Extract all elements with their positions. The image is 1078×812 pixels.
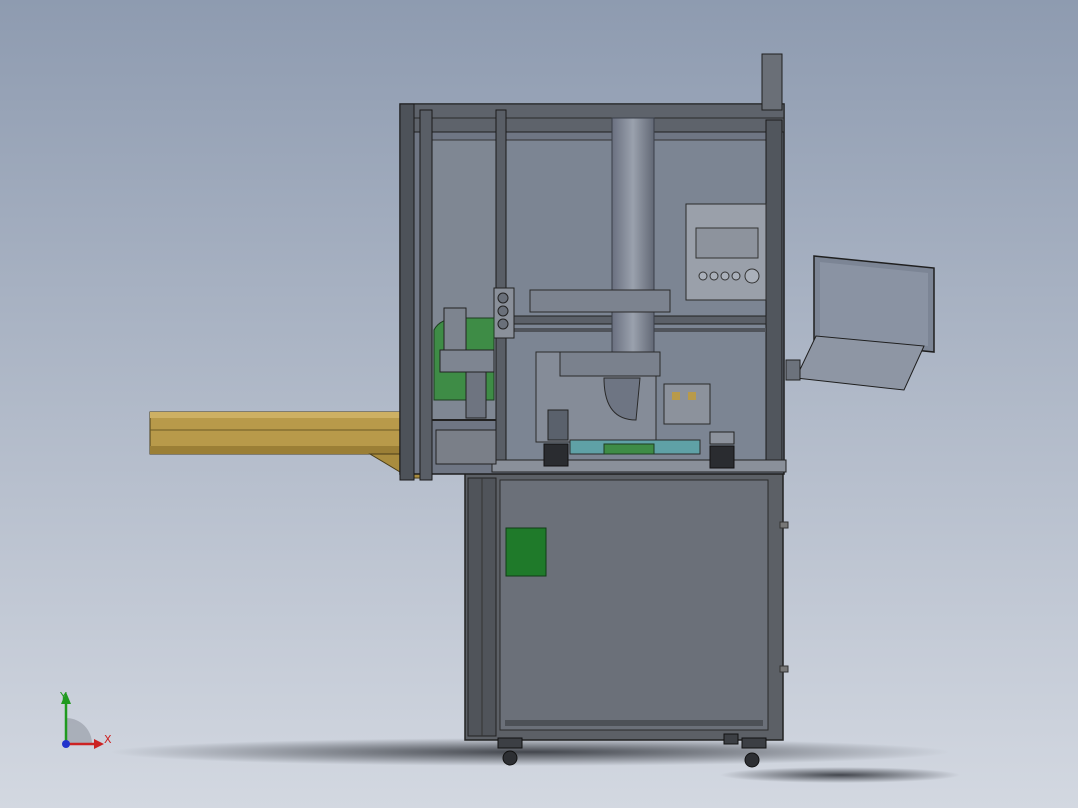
y-axis-label: Y	[59, 690, 67, 703]
assembly-drawing: Y X	[0, 0, 1078, 808]
cad-viewport[interactable]: Y X	[0, 0, 1078, 808]
electrical-box	[505, 527, 547, 577]
button-column	[493, 287, 515, 339]
z-axis-origin	[62, 740, 70, 748]
lower-cabinet	[464, 471, 789, 741]
hmi-control-panel	[685, 203, 767, 301]
x-axis-label: X	[104, 733, 112, 746]
